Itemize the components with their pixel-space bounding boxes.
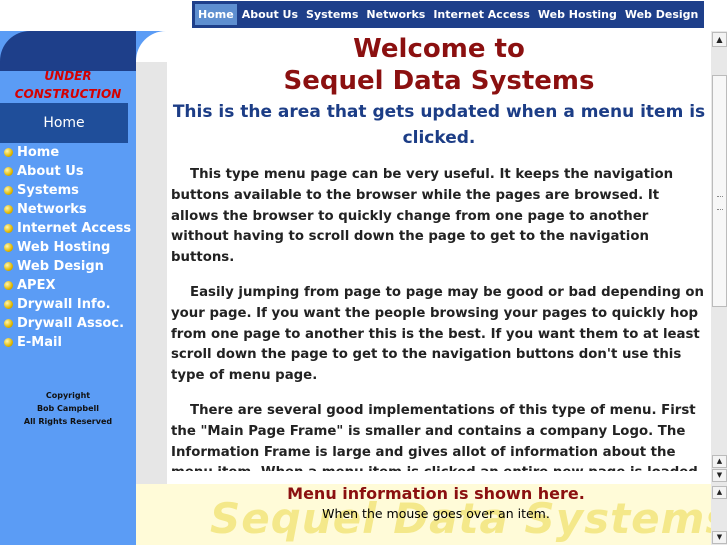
grip-icon: [717, 196, 723, 210]
top-bar: Home About Us Systems Networks Internet …: [0, 0, 727, 31]
sidebar-header-curve: [0, 31, 136, 71]
paragraph-text: There are several good implementations o…: [171, 402, 698, 471]
scroll-down-icon[interactable]: ▼: [712, 531, 727, 544]
tab-networks[interactable]: Networks: [363, 4, 428, 25]
sidebar-item-label: About Us: [17, 164, 84, 179]
info-heading: Menu information is shown here.: [287, 484, 585, 503]
sidebar-item-label: Home: [17, 145, 60, 160]
under-construction-notice: UNDER CONSTRUCTION: [0, 67, 136, 103]
sidebar-item-label: Networks: [17, 202, 87, 217]
top-nav: Home About Us Systems Networks Internet …: [192, 1, 705, 28]
info-text: When the mouse goes over an item.: [322, 506, 550, 521]
sidebar-item-drywall-info[interactable]: Drywall Info.: [4, 295, 136, 314]
tab-internet-access[interactable]: Internet Access: [430, 4, 533, 25]
paragraph-2: Easily jumping from page to page may be …: [171, 283, 707, 387]
tab-about-us[interactable]: About Us: [239, 4, 301, 25]
bullet-icon: [4, 243, 13, 252]
bullet-icon: [4, 338, 13, 347]
frame-margin: [136, 62, 167, 484]
scroll-thumb[interactable]: [712, 75, 727, 307]
sidebar-item-label: Drywall Assoc.: [17, 316, 125, 331]
bullet-icon: [4, 224, 13, 233]
bullet-icon: [4, 262, 13, 271]
info-frame: Sequel Data Systems Menu information is …: [136, 484, 711, 545]
info-scrollbar[interactable]: ▲ ▼ ▲ ▼: [711, 455, 727, 545]
bullet-icon: [4, 319, 13, 328]
sidebar-item-label: Drywall Info.: [17, 297, 111, 312]
title-line-1: Welcome to: [353, 34, 525, 64]
tab-web-design[interactable]: Web Design: [622, 4, 702, 25]
sidebar-item-home[interactable]: Home: [4, 143, 136, 162]
sidebar-item-internet-access[interactable]: Internet Access: [4, 219, 136, 238]
sidebar-item-apex[interactable]: APEX: [4, 276, 136, 295]
sidebar-item-web-design[interactable]: Web Design: [4, 257, 136, 276]
scroll-up-icon[interactable]: ▲: [712, 486, 727, 499]
sidebar-item-label: APEX: [17, 278, 56, 293]
sidebar-item-label: Systems: [17, 183, 79, 198]
title-line-2: Sequel Data Systems: [283, 66, 595, 96]
content-scrollbar[interactable]: ▲: [711, 31, 727, 471]
sidebar-item-web-hosting[interactable]: Web Hosting: [4, 238, 136, 257]
sidebar-item-label: Web Design: [17, 259, 104, 274]
page-subtitle: This is the area that gets updated when …: [172, 102, 706, 148]
scroll-up-icon[interactable]: ▲: [712, 32, 727, 47]
sidebar-item-label: Web Hosting: [17, 240, 111, 255]
sidebar-menu: Home About Us Systems Networks Internet …: [4, 143, 136, 352]
paragraph-3: There are several good implementations o…: [171, 401, 707, 471]
sidebar: UNDER CONSTRUCTION Home Home About Us Sy…: [0, 31, 136, 545]
sidebar-home-button[interactable]: Home: [0, 103, 128, 143]
main-content-frame: Welcome to Sequel Data Systems This is t…: [167, 31, 711, 471]
tab-web-hosting[interactable]: Web Hosting: [535, 4, 620, 25]
sidebar-item-email[interactable]: E-Mail: [4, 333, 136, 352]
bullet-icon: [4, 148, 13, 157]
sidebar-item-about-us[interactable]: About Us: [4, 162, 136, 181]
paragraph-text: This type menu page can be very useful. …: [171, 167, 674, 266]
paragraph-1: This type menu page can be very useful. …: [171, 165, 707, 269]
sidebar-item-networks[interactable]: Networks: [4, 200, 136, 219]
bullet-icon: [4, 186, 13, 195]
copyright-line-1: Copyright: [45, 391, 91, 400]
sidebar-item-label: E-Mail: [17, 335, 62, 350]
sidebar-item-label: Internet Access: [17, 221, 132, 236]
bullet-icon: [4, 300, 13, 309]
notice-line-1: UNDER: [44, 69, 92, 83]
tab-home[interactable]: Home: [195, 4, 237, 25]
copyright-notice: Copyright Bob Campbell All Rights Reserv…: [0, 389, 136, 428]
sidebar-item-systems[interactable]: Systems: [4, 181, 136, 200]
notice-line-2: CONSTRUCTION: [14, 87, 122, 101]
copyright-line-3: All Rights Reserved: [23, 417, 113, 426]
paragraph-text: Easily jumping from page to page may be …: [171, 284, 704, 384]
bullet-icon: [4, 205, 13, 214]
sidebar-item-drywall-assoc[interactable]: Drywall Assoc.: [4, 314, 136, 333]
page-title: Welcome to Sequel Data Systems: [167, 33, 711, 97]
bullet-icon: [4, 167, 13, 176]
tab-systems[interactable]: Systems: [303, 4, 361, 25]
copyright-line-2: Bob Campbell: [36, 404, 100, 413]
scroll-up-icon[interactable]: ▲: [712, 455, 727, 468]
bullet-icon: [4, 281, 13, 290]
scroll-down-icon[interactable]: ▼: [712, 469, 727, 482]
